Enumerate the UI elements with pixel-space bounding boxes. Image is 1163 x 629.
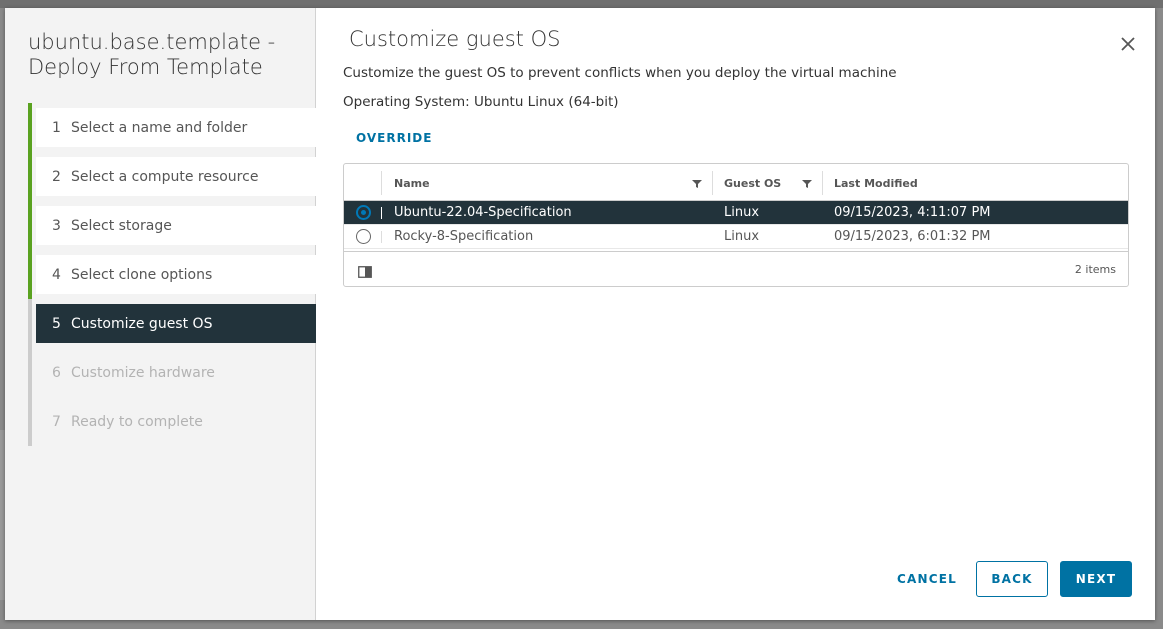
step-label: Customize guest OS bbox=[71, 315, 213, 332]
back-button[interactable]: BACK bbox=[976, 561, 1048, 597]
wizard-title: ubuntu.base.template - Deploy From Templ… bbox=[28, 30, 276, 79]
grid-footer: 2 items bbox=[344, 251, 1128, 286]
override-button[interactable]: OVERRIDE bbox=[356, 131, 432, 145]
row-radio[interactable] bbox=[355, 229, 371, 244]
step-label: Select a compute resource bbox=[71, 168, 259, 185]
cell-name: Rocky-8-Specification bbox=[394, 229, 534, 244]
wizard-steps: 1 Select a name and folder 2 Select a co… bbox=[28, 103, 316, 446]
wizard-content: Customize guest OS Customize the guest O… bbox=[316, 8, 1155, 620]
cell-guest-os: Linux bbox=[724, 205, 760, 220]
step-label: Select storage bbox=[71, 217, 172, 234]
select-column-header bbox=[344, 171, 382, 195]
step-label: Select a name and folder bbox=[71, 119, 248, 136]
step-number: 2 bbox=[52, 168, 61, 185]
page-title: Customize guest OS bbox=[349, 27, 561, 51]
step-number: 5 bbox=[52, 315, 61, 332]
operating-system-label: Operating System: Ubuntu Linux (64-bit) bbox=[343, 94, 619, 110]
column-header-guest-os[interactable]: Guest OS bbox=[713, 171, 823, 195]
step-select-name-folder[interactable]: 1 Select a name and folder bbox=[28, 103, 316, 152]
step-select-clone-options[interactable]: 4 Select clone options bbox=[28, 250, 316, 299]
wizard-sidebar: ubuntu.base.template - Deploy From Templ… bbox=[5, 8, 316, 620]
step-label: Select clone options bbox=[71, 266, 213, 283]
step-number: 3 bbox=[52, 217, 61, 234]
filter-icon[interactable] bbox=[692, 179, 702, 189]
step-number: 4 bbox=[52, 266, 61, 283]
step-ready-to-complete: 7 Ready to complete bbox=[28, 397, 316, 446]
column-header-last-modified[interactable]: Last Modified bbox=[823, 171, 1123, 195]
page-description: Customize the guest OS to prevent confli… bbox=[343, 65, 897, 81]
backdrop bbox=[0, 0, 1163, 8]
deploy-wizard-dialog: ubuntu.base.template - Deploy From Templ… bbox=[5, 8, 1155, 620]
step-number: 6 bbox=[52, 364, 61, 381]
column-header-name[interactable]: Name bbox=[382, 171, 713, 195]
step-select-compute-resource[interactable]: 2 Select a compute resource bbox=[28, 152, 316, 201]
table-row[interactable]: Rocky-8-Specification Linux 09/15/2023, … bbox=[344, 225, 1128, 249]
table-row[interactable]: Ubuntu-22.04-Specification Linux 09/15/2… bbox=[344, 201, 1128, 225]
step-number: 7 bbox=[52, 413, 61, 430]
close-icon[interactable] bbox=[1119, 35, 1137, 53]
column-toggle-icon[interactable] bbox=[358, 263, 372, 278]
row-radio[interactable] bbox=[355, 205, 371, 220]
cell-last-modified: 09/15/2023, 4:11:07 PM bbox=[834, 205, 991, 220]
step-label: Customize hardware bbox=[71, 364, 215, 381]
cancel-button[interactable]: CANCEL bbox=[891, 561, 963, 597]
filter-icon[interactable] bbox=[802, 179, 812, 189]
step-customize-guest-os[interactable]: 5 Customize guest OS bbox=[28, 299, 316, 348]
step-number: 1 bbox=[52, 119, 61, 136]
grid-header: Name Guest OS Last Modified bbox=[344, 164, 1128, 201]
cell-guest-os: Linux bbox=[724, 229, 760, 244]
item-count: 2 items bbox=[1074, 263, 1116, 276]
step-select-storage[interactable]: 3 Select storage bbox=[28, 201, 316, 250]
next-button[interactable]: NEXT bbox=[1060, 561, 1132, 597]
cell-last-modified: 09/15/2023, 6:01:32 PM bbox=[834, 229, 991, 244]
step-label: Ready to complete bbox=[71, 413, 203, 430]
customization-spec-grid: Name Guest OS Last Modified Ubuntu-22.04… bbox=[343, 163, 1129, 287]
step-customize-hardware: 6 Customize hardware bbox=[28, 348, 316, 397]
cell-name: Ubuntu-22.04-Specification bbox=[394, 205, 572, 220]
